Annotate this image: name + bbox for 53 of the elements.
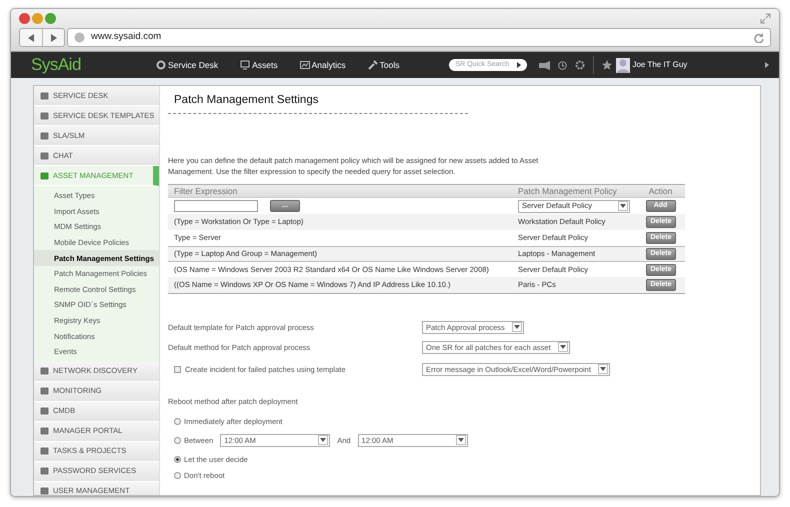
section-icon — [40, 132, 49, 140]
url-text: www.sysaid.com — [91, 30, 162, 44]
wrench-icon — [368, 60, 378, 70]
section-icon — [40, 367, 49, 376]
dropdown-icon[interactable] — [558, 342, 568, 352]
gear-icon — [156, 60, 166, 70]
chart-icon — [300, 60, 310, 70]
checkbox[interactable] — [174, 366, 181, 373]
section-icon — [40, 172, 49, 180]
page-title: Patch Management Settings — [168, 92, 468, 114]
column-header: Patch Management Policy — [518, 186, 617, 196]
logo[interactable]: SysAid — [31, 52, 156, 78]
dropdown-icon[interactable] — [456, 435, 466, 446]
dropdown-icon[interactable] — [512, 322, 522, 332]
radio-button[interactable] — [174, 418, 181, 425]
reload-icon[interactable] — [754, 32, 764, 42]
section-icon — [40, 387, 49, 396]
nav-link[interactable]: Service Desk — [156, 58, 218, 72]
zoom-icon[interactable] — [45, 13, 56, 24]
radio-button[interactable] — [174, 472, 181, 479]
section-icon — [40, 487, 49, 495]
section-icon — [40, 407, 49, 416]
section-icon — [40, 427, 49, 436]
caret-icon[interactable] — [765, 62, 769, 68]
column-header: Action — [648, 184, 672, 198]
close-icon[interactable] — [19, 13, 30, 24]
clock-icon[interactable] — [558, 60, 568, 70]
nav-link[interactable]: Tools — [368, 58, 400, 72]
right-arrow-icon — [50, 34, 56, 42]
section-icon — [40, 447, 49, 456]
filter-input[interactable] — [174, 200, 258, 212]
monitor-icon — [240, 60, 250, 70]
globe-icon — [74, 32, 85, 43]
user-name[interactable]: Joe The IT Guy — [632, 59, 688, 71]
section-icon — [40, 152, 49, 160]
star-icon[interactable] — [602, 60, 612, 70]
megaphone-icon[interactable] — [539, 60, 550, 70]
section-icon — [40, 467, 49, 476]
left-arrow-icon — [28, 34, 34, 42]
dropdown-icon[interactable] — [318, 435, 328, 446]
avatar-icon[interactable] — [616, 58, 630, 72]
nav-link[interactable]: Assets — [240, 58, 278, 72]
radio-button[interactable] — [174, 456, 181, 463]
nav-link[interactable]: Analytics — [300, 58, 346, 72]
address-bar[interactable]: www.sysaid.com — [67, 28, 771, 47]
go-icon[interactable] — [517, 62, 522, 68]
dropdown-icon[interactable] — [598, 364, 608, 374]
radio-button[interactable] — [174, 436, 181, 444]
section-icon — [40, 112, 49, 120]
section-icon — [40, 92, 49, 100]
column-header: Filter Expression — [174, 186, 238, 196]
settings-icon[interactable] — [575, 60, 586, 70]
dropdown-icon[interactable] — [618, 201, 628, 211]
